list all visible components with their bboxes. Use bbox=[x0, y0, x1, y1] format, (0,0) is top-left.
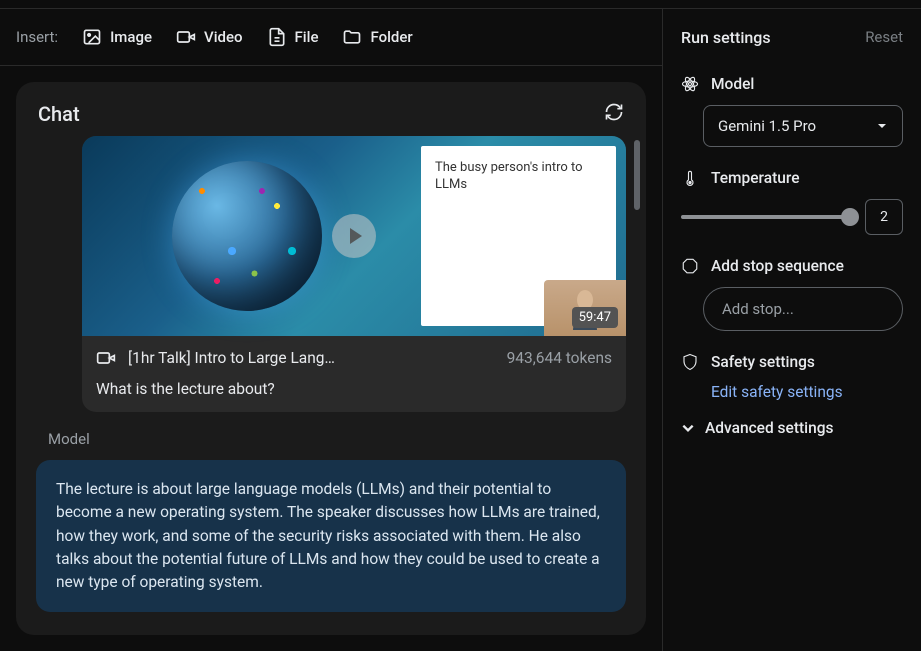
model-role-label: Model bbox=[48, 430, 626, 448]
reset-button[interactable]: Reset bbox=[865, 28, 903, 46]
user-message: The busy person's intro to LLMs Andrej K… bbox=[82, 136, 626, 412]
insert-label: Insert: bbox=[16, 28, 58, 46]
left-panel: Insert: Image Video File Folder Ch bbox=[0, 9, 663, 651]
thumbnail-graphic bbox=[172, 161, 322, 311]
chat-title: Chat bbox=[38, 102, 80, 126]
insert-image-label: Image bbox=[110, 28, 152, 46]
insert-video-button[interactable]: Video bbox=[176, 27, 243, 47]
advanced-settings-toggle[interactable]: Advanced settings bbox=[681, 419, 903, 437]
stop-placeholder: Add stop... bbox=[722, 300, 794, 318]
video-duration: 59:47 bbox=[572, 307, 618, 328]
safety-settings-label: Safety settings bbox=[711, 353, 815, 371]
temperature-value[interactable]: 2 bbox=[865, 199, 903, 235]
advanced-settings-label: Advanced settings bbox=[705, 419, 834, 437]
insert-folder-label: Folder bbox=[370, 28, 412, 46]
refresh-icon bbox=[604, 102, 624, 122]
caret-down-icon bbox=[876, 120, 888, 132]
folder-icon bbox=[342, 27, 362, 47]
video-icon bbox=[96, 348, 116, 368]
atom-icon bbox=[681, 75, 699, 93]
video-attachment[interactable]: The busy person's intro to LLMs Andrej K… bbox=[82, 136, 626, 336]
edit-safety-link[interactable]: Edit safety settings bbox=[711, 383, 903, 401]
token-count: 943,644 tokens bbox=[507, 349, 612, 367]
video-title: [1hr Talk] Intro to Large Lang… bbox=[128, 349, 495, 367]
model-response: The lecture is about large language mode… bbox=[36, 460, 626, 612]
temperature-label: Temperature bbox=[711, 169, 800, 187]
model-select[interactable]: Gemini 1.5 Pro bbox=[703, 105, 903, 147]
play-icon bbox=[332, 214, 376, 258]
model-select-value: Gemini 1.5 Pro bbox=[718, 117, 816, 135]
insert-file-label: File bbox=[295, 28, 319, 46]
slide-title: The busy person's intro to LLMs bbox=[435, 160, 602, 194]
insert-toolbar: Insert: Image Video File Folder bbox=[0, 9, 662, 65]
insert-video-label: Video bbox=[204, 28, 243, 46]
scrollbar-thumb[interactable] bbox=[634, 140, 640, 210]
run-settings-panel: Run settings Reset Model Gemini 1.5 Pro … bbox=[663, 9, 921, 651]
shield-icon bbox=[681, 353, 699, 371]
insert-image-button[interactable]: Image bbox=[82, 27, 152, 47]
stop-sequence-label: Add stop sequence bbox=[711, 257, 844, 275]
run-settings-title: Run settings bbox=[681, 28, 771, 47]
insert-file-button[interactable]: File bbox=[267, 27, 319, 47]
temperature-slider[interactable] bbox=[681, 215, 851, 219]
user-text: What is the lecture about? bbox=[82, 380, 626, 412]
chevron-down-icon bbox=[681, 421, 695, 435]
chat-scroll-area[interactable]: The busy person's intro to LLMs Andrej K… bbox=[16, 136, 646, 615]
image-icon bbox=[82, 27, 102, 47]
refresh-button[interactable] bbox=[604, 102, 624, 126]
model-setting-label: Model bbox=[711, 75, 754, 93]
video-icon bbox=[176, 27, 196, 47]
thermometer-icon bbox=[681, 169, 699, 187]
file-icon bbox=[267, 27, 287, 47]
stop-sequence-input[interactable]: Add stop... bbox=[703, 287, 903, 331]
stop-icon bbox=[681, 257, 699, 275]
insert-folder-button[interactable]: Folder bbox=[342, 27, 412, 47]
slider-thumb[interactable] bbox=[841, 208, 859, 226]
chat-card: Chat bbox=[16, 82, 646, 635]
